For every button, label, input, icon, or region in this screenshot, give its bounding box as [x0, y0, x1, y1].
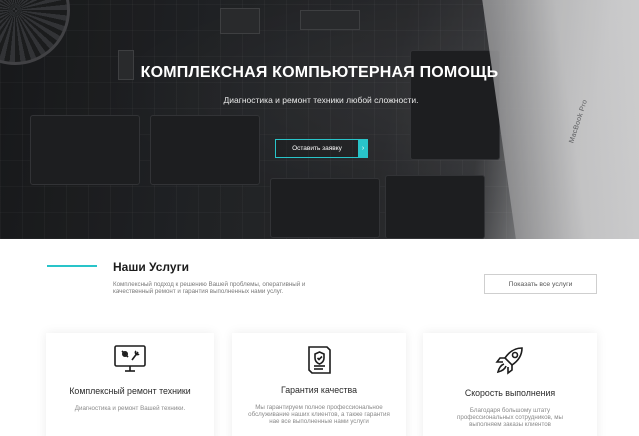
service-card-title: Гарантия качества: [280, 385, 358, 395]
submit-request-button[interactable]: Оставить заявку ›: [275, 139, 368, 158]
section-accent-line: [47, 265, 97, 267]
show-all-services-button[interactable]: Показать все услуги: [484, 274, 597, 294]
service-card-text: Благодаря большому штату профессиональны…: [457, 407, 563, 429]
service-card-text: Диагностика и ремонт Вашей техники.: [74, 405, 186, 412]
service-card[interactable]: Скорость выполнения Благодаря большому ш…: [423, 333, 597, 436]
certificate-icon: [303, 344, 335, 381]
hero-banner: MacBook Pro КОМПЛЕКСНАЯ КОМПЬЮТЕРНАЯ ПОМ…: [0, 0, 639, 239]
service-card[interactable]: Комплексный ремонт техники Диагностика и…: [46, 333, 214, 436]
hero-title: КОМПЛЕКСНАЯ КОМПЬЮТЕРНАЯ ПОМОЩЬ: [140, 64, 499, 81]
service-card[interactable]: Гарантия качества Мы гарантируем полное …: [232, 333, 406, 436]
chevron-right-icon: ›: [358, 139, 368, 158]
monitor-tools-icon: [113, 344, 147, 379]
rocket-icon: [493, 343, 527, 382]
service-card-title: Комплексный ремонт техники: [69, 386, 191, 396]
service-card-title: Скорость выполнения: [464, 388, 556, 398]
service-card-text: Мы гарантируем полное профессиональное о…: [248, 404, 390, 426]
hero-subtitle: Диагностика и ремонт техники любой сложн…: [223, 95, 419, 105]
services-title: Наши Услуги: [113, 260, 189, 274]
submit-request-label: Оставить заявку: [275, 139, 358, 158]
services-description: Комплексный подход к решению Вашей пробл…: [113, 281, 306, 296]
hero-overlay: [0, 0, 639, 239]
